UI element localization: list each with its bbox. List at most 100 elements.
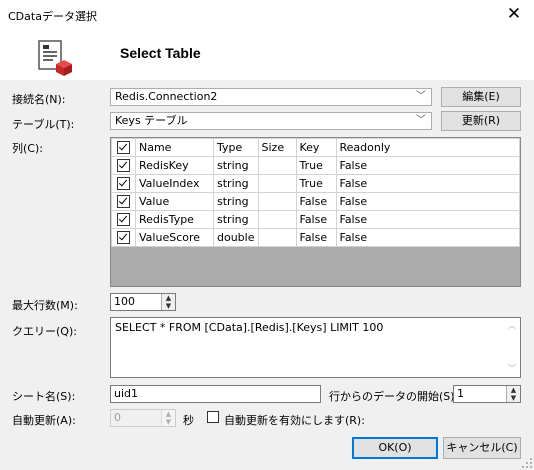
- spin-up-icon: ▲: [165, 410, 172, 418]
- cell-key: False: [295, 192, 337, 211]
- check-icon: [117, 195, 130, 209]
- max-rows-spin[interactable]: ▲ ▼: [161, 294, 175, 310]
- columns-label: 列(C):: [12, 142, 43, 155]
- resize-grip-icon[interactable]: [522, 458, 532, 468]
- max-rows-value: 100: [114, 295, 135, 308]
- select-all-checkbox[interactable]: [111, 138, 136, 157]
- row-checkbox[interactable]: [111, 156, 136, 175]
- table-row[interactable]: RedisType string False False: [111, 210, 520, 229]
- scroll-up-icon[interactable]: ︿: [504, 318, 520, 334]
- query-scrollbar[interactable]: ︿ ﹀: [504, 318, 520, 377]
- cell-readonly: False: [335, 156, 520, 175]
- chevron-down-icon: ﹀: [416, 115, 426, 126]
- spin-down-icon: ▼: [165, 418, 172, 426]
- cell-readonly: False: [335, 192, 520, 211]
- title-bar: CDataデータ選択 ✕: [0, 0, 534, 30]
- row-checkbox[interactable]: [111, 174, 136, 193]
- table-row[interactable]: ValueIndex string True False: [111, 174, 520, 193]
- auto-refresh-label: 自動更新(A):: [12, 414, 76, 427]
- cell-size: [257, 156, 297, 175]
- sheet-name-input[interactable]: uid1: [110, 385, 321, 403]
- window-title: CDataデータ選択: [8, 10, 97, 23]
- scroll-down-icon[interactable]: ﹀: [504, 361, 520, 377]
- document-database-icon: [38, 40, 72, 76]
- row-checkbox[interactable]: [111, 228, 136, 247]
- connection-value: Redis.Connection2: [115, 90, 218, 103]
- chevron-down-icon: ﹀: [416, 91, 426, 102]
- cell-name: RedisKey: [135, 156, 214, 175]
- cell-name: ValueIndex: [135, 174, 214, 193]
- columns-header-row: Name Type Size Key Readonly: [111, 138, 520, 157]
- sheet-label: シート名(S):: [12, 390, 76, 403]
- cell-key: True: [295, 174, 337, 193]
- table-row[interactable]: ValueScore double False False: [111, 228, 520, 247]
- edit-connection-button[interactable]: 編集(E): [441, 87, 521, 107]
- column-header-name[interactable]: Name: [135, 138, 214, 157]
- sheet-name-value: uid1: [114, 387, 139, 400]
- cell-type: string: [213, 210, 259, 229]
- cell-type: string: [213, 174, 259, 193]
- check-icon: [117, 177, 130, 191]
- column-header-size[interactable]: Size: [257, 138, 297, 157]
- start-row-value: 1: [457, 387, 464, 400]
- cell-readonly: False: [335, 228, 520, 247]
- spin-up-icon[interactable]: ▲: [507, 386, 520, 394]
- row-checkbox[interactable]: [111, 192, 136, 211]
- spin-down-icon[interactable]: ▼: [162, 302, 175, 310]
- max-rows-stepper[interactable]: 100 ▲ ▼: [110, 293, 176, 311]
- start-row-label: 行からのデータの開始(S):: [329, 390, 459, 403]
- cell-size: [257, 228, 297, 247]
- check-icon: [117, 159, 130, 173]
- start-row-spin[interactable]: ▲ ▼: [506, 386, 520, 402]
- columns-grid[interactable]: Name Type Size Key Readonly RedisKey str…: [110, 137, 521, 287]
- auto-refresh-spin: ▲ ▼: [161, 410, 175, 426]
- cell-type: string: [213, 156, 259, 175]
- enable-auto-refresh-label[interactable]: 自動更新を有効にします(R):: [224, 412, 365, 428]
- dialog-title: Select Table: [120, 45, 201, 61]
- cell-readonly: False: [335, 210, 520, 229]
- max-rows-label: 最大行数(M):: [12, 299, 78, 312]
- connection-label: 接続名(N):: [12, 93, 66, 106]
- cell-name: ValueScore: [135, 228, 214, 247]
- cell-name: RedisType: [135, 210, 214, 229]
- column-header-key[interactable]: Key: [295, 138, 337, 157]
- column-header-readonly[interactable]: Readonly: [335, 138, 520, 157]
- cell-readonly: False: [335, 174, 520, 193]
- cancel-button[interactable]: キャンセル(C): [443, 437, 521, 459]
- column-header-type[interactable]: Type: [213, 138, 259, 157]
- columns-table: Name Type Size Key Readonly RedisKey str…: [111, 138, 520, 247]
- query-text: SELECT * FROM [CData].[Redis].[Keys] LIM…: [115, 321, 384, 334]
- row-checkbox[interactable]: [111, 210, 136, 229]
- cell-key: True: [295, 156, 337, 175]
- enable-auto-refresh-checkbox[interactable]: [207, 411, 219, 423]
- query-label: クエリー(Q):: [12, 325, 77, 338]
- auto-refresh-value: 0: [114, 411, 121, 424]
- cell-key: False: [295, 228, 337, 247]
- check-icon: [117, 213, 130, 227]
- close-icon[interactable]: ✕: [502, 3, 526, 25]
- table-row[interactable]: Value string False False: [111, 192, 520, 211]
- query-textarea[interactable]: SELECT * FROM [CData].[Redis].[Keys] LIM…: [110, 317, 521, 378]
- ok-button[interactable]: OK(O): [352, 437, 438, 459]
- check-icon: [117, 141, 130, 155]
- table-combo[interactable]: Keys テーブル ﹀: [110, 112, 432, 130]
- connection-combo[interactable]: Redis.Connection2 ﹀: [110, 88, 432, 106]
- refresh-table-button[interactable]: 更新(R): [441, 111, 521, 131]
- cell-type: string: [213, 192, 259, 211]
- check-icon: [117, 231, 130, 245]
- spin-up-icon[interactable]: ▲: [162, 294, 175, 302]
- cell-size: [257, 192, 297, 211]
- cell-size: [257, 174, 297, 193]
- seconds-unit-label: 秒: [183, 414, 194, 427]
- start-row-stepper[interactable]: 1 ▲ ▼: [453, 385, 521, 403]
- table-label: テーブル(T):: [12, 118, 75, 131]
- cell-size: [257, 210, 297, 229]
- cell-key: False: [295, 210, 337, 229]
- table-value: Keys テーブル: [115, 114, 188, 127]
- cell-name: Value: [135, 192, 214, 211]
- table-row[interactable]: RedisKey string True False: [111, 156, 520, 175]
- spin-down-icon[interactable]: ▼: [507, 394, 520, 402]
- cell-type: double: [213, 228, 259, 247]
- auto-refresh-stepper: 0 ▲ ▼: [110, 409, 176, 427]
- dialog-header: Select Table: [0, 30, 534, 80]
